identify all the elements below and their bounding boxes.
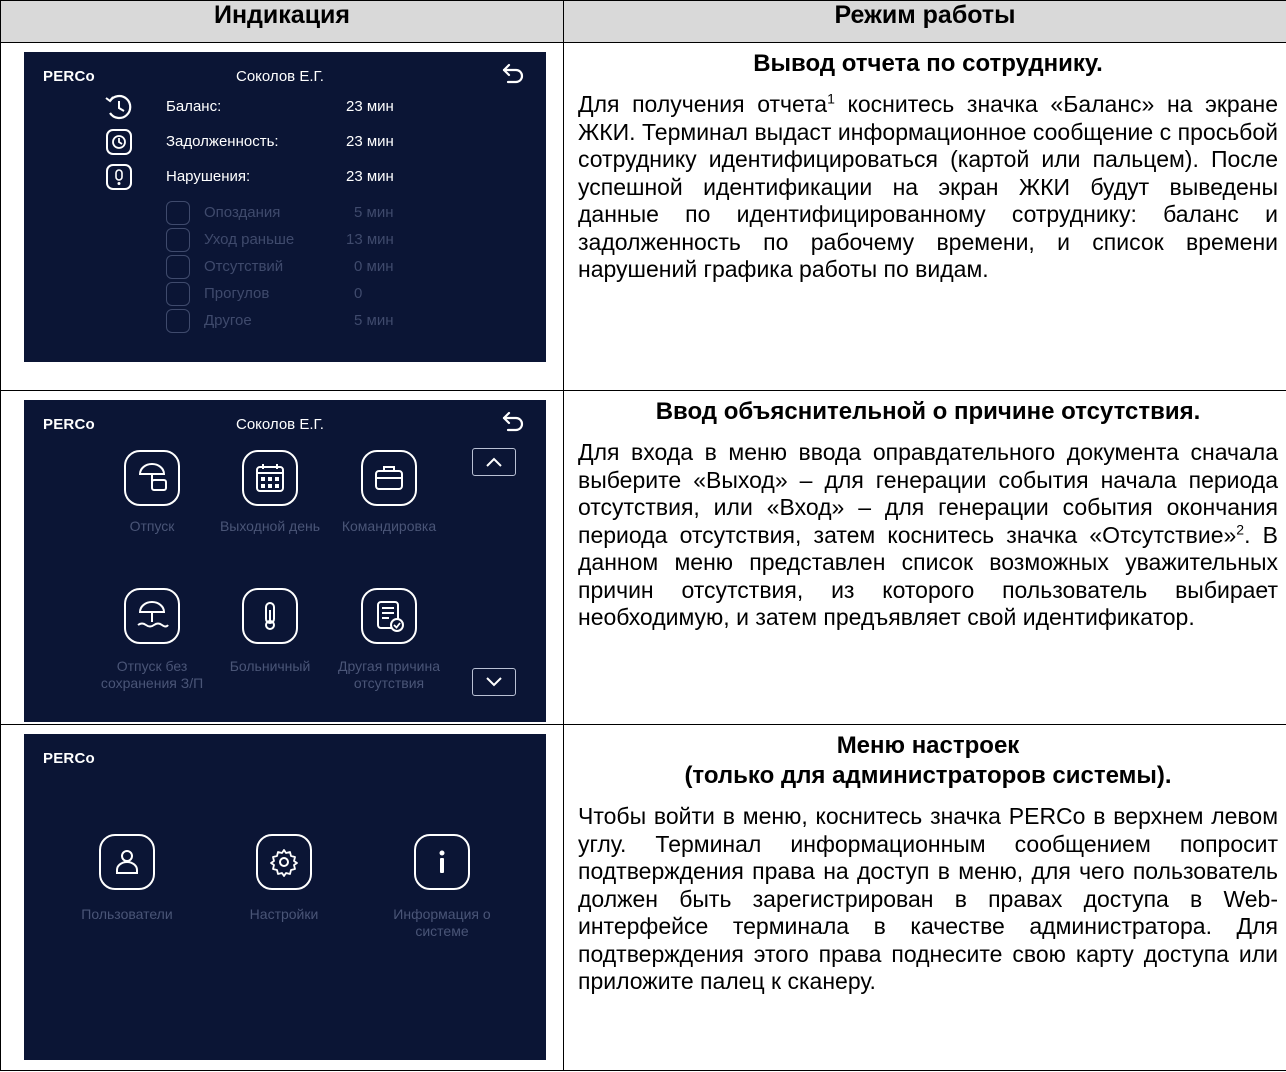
user-name: Соколов Е.Г. (236, 68, 324, 85)
section-body-absence: Для входа в меню ввода оправдательного д… (578, 439, 1278, 630)
tile-system-info-label: Информация о системе (393, 906, 491, 939)
late-value: 5 мин (354, 204, 394, 221)
scroll-down-button[interactable] (472, 668, 516, 696)
terminal-screen-settings: PERCo Пользователи Настройки Информация … (24, 734, 546, 1060)
truancy-calendar-icon (166, 282, 190, 306)
absence-x-icon (166, 255, 190, 279)
terminal-screen-report: PERCo Соколов Е.Г. Баланс: 23 мин Задолж… (24, 52, 546, 362)
section-title-absence: Ввод объяснительной о причине отсутствия… (655, 398, 1201, 425)
violations-value: 23 мин (346, 168, 394, 185)
back-arrow-icon[interactable] (500, 409, 526, 435)
other-label: Другое (204, 312, 252, 329)
tile-business-trip-label: Командировка (341, 518, 437, 534)
section-body-settings: Чтобы войти в меню, коснитесь значка PER… (578, 803, 1278, 994)
balance-label: Баланс: (166, 98, 222, 115)
thermometer-icon (242, 588, 298, 644)
violations-label: Нарушения: (166, 168, 251, 185)
debt-label: Задолженность: (166, 133, 279, 150)
tile-other-reason-label: Другая причина отсутствия (338, 658, 440, 691)
settings-description-cell: Меню настроек (только для администраторо… (563, 724, 1286, 1071)
tile-settings-label: Настройки (249, 906, 319, 922)
absence-value: 0 мин (354, 258, 394, 275)
calendar-icon (242, 450, 298, 506)
user-name: Соколов Е.Г. (236, 416, 324, 433)
other-value: 5 мин (354, 312, 394, 329)
briefcase-icon (361, 450, 417, 506)
tile-unpaid-vacation-label: Отпуск без сохранения З/П (100, 658, 204, 691)
early-leave-icon (166, 228, 190, 252)
early-leave-value: 13 мин (346, 231, 394, 248)
manual-table: Индикация Режим работы PERCo Соколов Е.Г… (0, 0, 1286, 1071)
info-icon (414, 834, 470, 890)
perco-logo[interactable]: PERCo (43, 750, 95, 767)
debt-value: 23 мин (346, 133, 394, 150)
user-icon (99, 834, 155, 890)
header-indication: Индикация (0, 0, 564, 43)
chevron-down-icon (486, 677, 502, 687)
tile-day-off-label: Выходной день (219, 518, 321, 534)
truancy-label: Прогулов (204, 285, 270, 302)
tile-sick-leave-label: Больничный (229, 658, 311, 674)
report-description-cell: Вывод отчета по сотруднику. Для получени… (563, 42, 1286, 391)
screen-cell-settings: PERCo Пользователи Настройки Информация … (0, 724, 564, 1071)
terminal-screen-absence: PERCo Соколов Е.Г. Отпуск Выходной день … (24, 400, 546, 722)
chevron-up-icon (486, 457, 502, 467)
debt-clock-icon (106, 129, 132, 155)
screen-cell-absence: PERCo Соколов Е.Г. Отпуск Выходной день … (0, 390, 564, 725)
tile-vacation-label: Отпуск (129, 518, 175, 534)
truancy-value: 0 (354, 285, 363, 302)
section-title-settings: Меню настроек (836, 732, 1020, 759)
absence-label: Отсутствий (204, 258, 284, 275)
section-subtitle-settings: (только для администраторов системы). (684, 762, 1172, 789)
late-pie-icon (166, 201, 190, 225)
header-mode: Режим работы (563, 0, 1286, 43)
beach-waves-icon (124, 588, 180, 644)
document-check-icon (361, 588, 417, 644)
early-leave-label: Уход раньше (204, 231, 295, 248)
perco-logo[interactable]: PERCo (43, 416, 95, 433)
gear-icon (256, 834, 312, 890)
section-title-report: Вывод отчета по сотруднику. (753, 50, 1103, 77)
history-clock-icon (105, 94, 132, 120)
tile-users-label: Пользователи (81, 906, 173, 922)
other-doc-icon (166, 309, 190, 333)
absence-description-cell: Ввод объяснительной о причине отсутствия… (563, 390, 1286, 725)
section-body-report: Для получения отчета1 коснитесь значка «… (578, 90, 1278, 282)
perco-logo[interactable]: PERCo (43, 68, 95, 85)
late-label: Опоздания (204, 204, 281, 221)
back-arrow-icon[interactable] (500, 61, 526, 87)
screen-cell-report: PERCo Соколов Е.Г. Баланс: 23 мин Задолж… (0, 42, 564, 391)
violation-alert-icon (106, 164, 132, 190)
beach-umbrella-card-icon (124, 450, 180, 506)
scroll-up-button[interactable] (472, 448, 516, 476)
balance-value: 23 мин (346, 98, 394, 115)
